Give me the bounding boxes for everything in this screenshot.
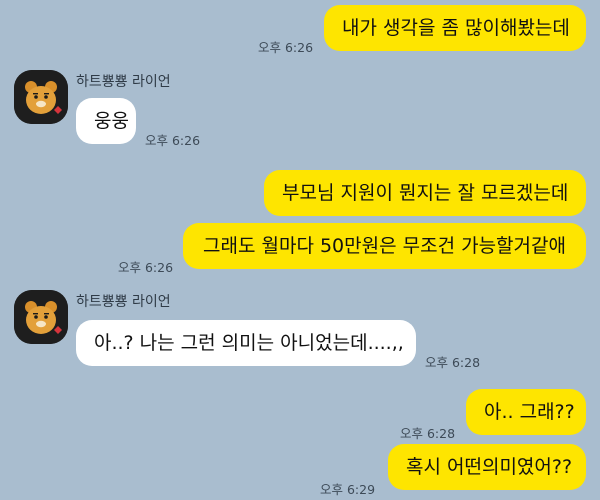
- their-message-bubble[interactable]: 아..? 나는 그런 의미는 아니었는데....,,: [76, 320, 416, 366]
- my-message-bubble[interactable]: 그래도 월마다 50만원은 무조건 가능할거같애: [183, 223, 586, 269]
- my-message-bubble[interactable]: 아.. 그래??: [466, 389, 586, 435]
- my-message-bubble[interactable]: 혹시 어떤의미였어??: [388, 444, 586, 490]
- message-timestamp: 오후 6:29: [320, 482, 376, 497]
- message-timestamp: 오후 6:28: [400, 426, 456, 441]
- sender-avatar[interactable]: [14, 290, 68, 344]
- ryan-bear-avatar-icon: [14, 290, 68, 344]
- message-timestamp: 오후 6:26: [258, 40, 314, 55]
- sender-avatar[interactable]: [14, 70, 68, 124]
- sender-name: 하트뿅뿅 라이언: [76, 74, 171, 90]
- my-message-bubble[interactable]: 내가 생각을 좀 많이해봤는데: [324, 5, 586, 51]
- message-timestamp: 오후 6:26: [145, 133, 201, 148]
- message-timestamp: 오후 6:28: [425, 355, 481, 370]
- my-message-bubble[interactable]: 부모님 지원이 뭔지는 잘 모르겠는데: [264, 170, 586, 216]
- ryan-bear-avatar-icon: [14, 70, 68, 124]
- sender-name: 하트뿅뿅 라이언: [76, 294, 171, 310]
- their-message-bubble[interactable]: 웅웅: [76, 98, 136, 144]
- message-timestamp: 오후 6:26: [118, 260, 174, 275]
